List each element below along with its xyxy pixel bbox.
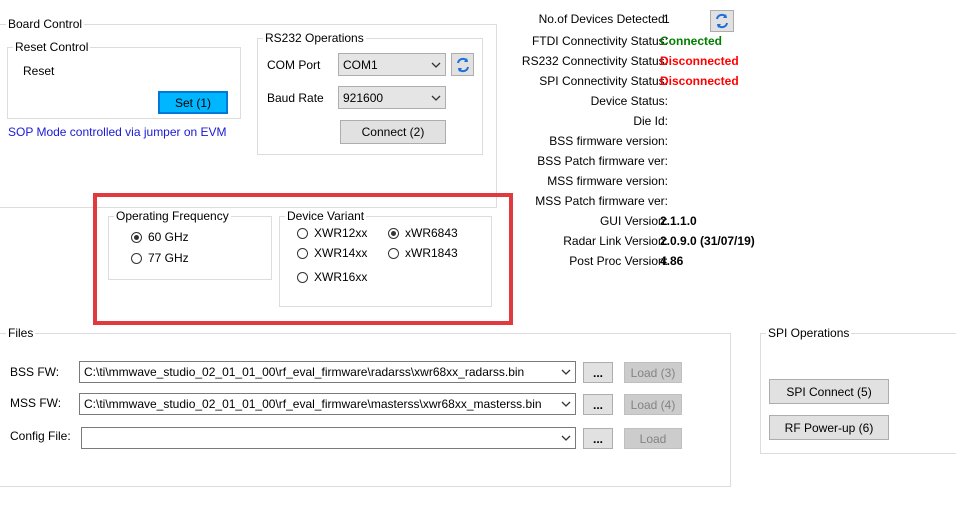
radio-dot (297, 227, 308, 239)
reset-label: Reset (23, 64, 55, 78)
status-row: SPI Connectivity Status: Disconnected (480, 71, 956, 91)
status-label: MSS Patch firmware ver: (535, 194, 668, 208)
status-label: BSS Patch firmware ver: (537, 154, 668, 168)
radio-xwr6843-label: xWR6843 (405, 226, 458, 240)
status-row: Device Status: (480, 91, 956, 111)
refresh-icon (456, 57, 469, 72)
bss-fw-label: BSS FW: (10, 365, 60, 379)
status-label: SPI Connectivity Status: (539, 74, 668, 88)
chevron-down-icon (431, 62, 441, 68)
status-row: FTDI Connectivity Status: Connected (480, 31, 956, 51)
status-row: RS232 Connectivity Status: Disconnected (480, 51, 956, 71)
rs232-title: RS232 Operations (263, 31, 366, 45)
radio-xwr14xx-label: XWR14xx (314, 246, 368, 260)
bss-browse-button[interactable]: ... (583, 362, 613, 383)
reset-control-title: Reset Control (13, 40, 91, 54)
chevron-down-icon (561, 401, 571, 407)
devices-detected-label: No.of Devices Detected: (538, 12, 668, 26)
com-port-select[interactable]: COM1 (338, 53, 446, 76)
radio-dot (388, 227, 399, 239)
radio-60ghz-label: 60 GHz (148, 230, 189, 244)
status-value: 2.1.1.0 (660, 214, 697, 228)
status-label: Radar Link Version: (563, 234, 668, 248)
files-title: Files (6, 326, 36, 340)
radio-xwr16xx[interactable]: XWR16xx (297, 270, 367, 284)
config-file-select[interactable] (81, 427, 576, 449)
spi-connect-button[interactable]: SPI Connect (5) (769, 379, 889, 404)
status-value: Disconnected (660, 74, 739, 88)
radio-77ghz-label: 77 GHz (148, 251, 189, 265)
config-file-label: Config File: (10, 429, 71, 443)
status-row: BSS firmware version: (480, 131, 956, 151)
operating-frequency-title: Operating Frequency (114, 209, 231, 223)
status-label: FTDI Connectivity Status: (531, 34, 668, 48)
connect-button[interactable]: Connect (2) (340, 120, 446, 144)
com-port-value: COM1 (343, 57, 378, 72)
radio-dot (297, 247, 308, 259)
refresh-icon (716, 13, 728, 29)
status-value: Connected (660, 34, 723, 48)
radio-xwr12xx-label: XWR12xx (314, 226, 368, 240)
set-button[interactable]: Set (1) (158, 91, 228, 114)
status-row: Die Id: (480, 111, 956, 131)
mss-load-button[interactable]: Load (4) (624, 394, 682, 415)
status-row: Radar Link Version: 2.0.9.0 (31/07/19) (480, 231, 956, 251)
radio-77ghz[interactable]: 77 GHz (131, 251, 189, 265)
bss-fw-select[interactable]: C:\ti\mmwave_studio_02_01_01_00\rf_eval_… (79, 361, 576, 383)
chevron-down-icon (431, 95, 441, 101)
status-row: BSS Patch firmware ver: (480, 151, 956, 171)
bss-fw-path: C:\ti\mmwave_studio_02_01_01_00\rf_eval_… (84, 365, 525, 379)
radio-xwr1843[interactable]: xWR1843 (388, 246, 458, 260)
status-label: RS232 Connectivity Status: (521, 54, 668, 68)
spi-operations-title: SPI Operations (766, 326, 852, 340)
config-browse-button[interactable]: ... (583, 428, 613, 449)
radio-xwr6843[interactable]: xWR6843 (388, 226, 458, 240)
status-value: 4.86 (660, 254, 684, 268)
baud-rate-label: Baud Rate (267, 91, 324, 105)
device-variant-title: Device Variant (285, 209, 367, 223)
baud-rate-select[interactable]: 921600 (338, 86, 446, 109)
radio-dot (388, 247, 399, 259)
status-row: GUI Version: 2.1.1.0 (480, 211, 956, 231)
radio-xwr12xx[interactable]: XWR12xx (297, 226, 367, 240)
status-label: MSS firmware version: (547, 174, 668, 188)
rf-powerup-button[interactable]: RF Power-up (6) (769, 415, 889, 440)
sop-mode-note: SOP Mode controlled via jumper on EVM (8, 125, 227, 139)
operating-frequency-group (108, 216, 272, 280)
radio-dot (131, 231, 142, 243)
config-load-button[interactable]: Load (624, 428, 682, 449)
bss-load-button[interactable]: Load (3) (624, 362, 682, 383)
status-label: BSS firmware version: (549, 134, 668, 148)
status-label: Die Id: (633, 114, 668, 128)
status-row: Post Proc Version: 4.86 (480, 251, 956, 271)
status-label: GUI Version: (599, 214, 668, 228)
mss-browse-button[interactable]: ... (583, 394, 613, 415)
status-label: Post Proc Version: (569, 254, 668, 268)
radio-xwr1843-label: xWR1843 (405, 246, 458, 260)
radio-dot (297, 271, 308, 283)
status-value: 2.0.9.0 (31/07/19) (660, 234, 755, 248)
radio-xwr14xx[interactable]: XWR14xx (297, 246, 367, 260)
board-control-title: Board Control (6, 17, 85, 31)
radio-dot (131, 252, 142, 264)
mss-fw-select[interactable]: C:\ti\mmwave_studio_02_01_01_00\rf_eval_… (79, 393, 576, 415)
status-label: Device Status: (590, 94, 668, 108)
devices-detected-value: 1 (663, 12, 670, 26)
baud-rate-value: 921600 (343, 90, 384, 105)
mss-fw-path: C:\ti\mmwave_studio_02_01_01_00\rf_eval_… (84, 397, 542, 411)
status-value: Disconnected (660, 54, 739, 68)
radio-xwr16xx-label: XWR16xx (314, 270, 368, 284)
mss-fw-label: MSS FW: (10, 396, 62, 410)
radio-60ghz[interactable]: 60 GHz (131, 230, 189, 244)
refresh-devices-button[interactable] (710, 10, 734, 32)
status-row: MSS Patch firmware ver: (480, 191, 956, 211)
com-port-label: COM Port (267, 58, 321, 72)
chevron-down-icon (561, 435, 571, 441)
status-row: MSS firmware version: (480, 171, 956, 191)
refresh-com-button[interactable] (451, 53, 474, 76)
chevron-down-icon (561, 369, 571, 375)
